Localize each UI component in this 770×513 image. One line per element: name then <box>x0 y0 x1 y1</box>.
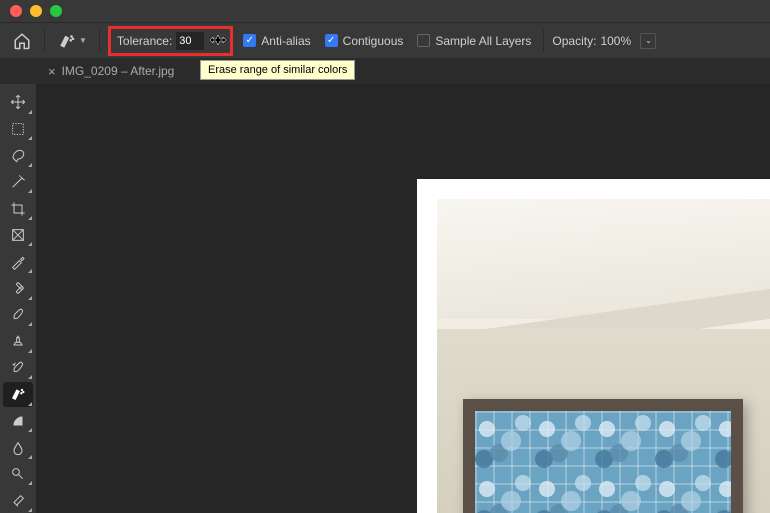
framed-picture <box>463 399 743 513</box>
magic-wand-tool[interactable] <box>3 170 33 195</box>
close-window-button[interactable] <box>10 5 22 17</box>
divider <box>44 30 45 52</box>
marquee-tool[interactable] <box>3 117 33 142</box>
anti-alias-checkbox[interactable]: ✓ <box>243 34 256 47</box>
home-button[interactable] <box>8 27 36 55</box>
document-tab-label[interactable]: IMG_0209 – After.jpg <box>62 64 175 78</box>
blur-tool[interactable] <box>3 435 33 460</box>
sample-all-layers-option[interactable]: Sample All Layers <box>413 34 535 48</box>
options-bar: ▼ Tolerance: ✓ Anti-alias ✓ Contiguous S… <box>0 22 770 58</box>
sample-all-layers-checkbox[interactable] <box>417 34 430 47</box>
document-canvas[interactable] <box>417 179 770 513</box>
clone-stamp-tool[interactable] <box>3 329 33 354</box>
contiguous-label: Contiguous <box>343 34 404 48</box>
tolerance-highlight: Tolerance: <box>108 26 233 56</box>
opacity-dropdown-button[interactable]: ⌄ <box>640 33 656 49</box>
anti-alias-label: Anti-alias <box>261 34 310 48</box>
gradient-tool[interactable] <box>3 409 33 434</box>
history-brush-tool[interactable] <box>3 356 33 381</box>
zoom-window-button[interactable] <box>50 5 62 17</box>
eyedropper-tool[interactable] <box>3 249 33 274</box>
anti-alias-option[interactable]: ✓ Anti-alias <box>239 34 314 48</box>
workspace <box>0 84 770 513</box>
eraser-tool[interactable] <box>3 382 33 407</box>
divider <box>99 30 100 52</box>
lasso-tool[interactable] <box>3 143 33 168</box>
opacity-label: Opacity: <box>552 34 596 48</box>
photo-content <box>437 199 770 513</box>
dodge-tool[interactable] <box>3 462 33 487</box>
crop-tool[interactable] <box>3 196 33 221</box>
opacity-option: Opacity: ⌄ <box>552 33 656 49</box>
current-tool-indicator[interactable]: ▼ <box>53 32 91 50</box>
window-titlebar <box>0 0 770 22</box>
canvas-area[interactable] <box>36 84 770 513</box>
tolerance-label: Tolerance: <box>117 34 172 48</box>
divider <box>543 30 544 52</box>
frame-tool[interactable] <box>3 223 33 248</box>
spot-healing-tool[interactable] <box>3 276 33 301</box>
tab-close-button[interactable]: × <box>48 64 56 79</box>
document-tab-bar: × IMG_0209 – After.jpg Erase range of si… <box>0 58 770 84</box>
brush-tool[interactable] <box>3 303 33 328</box>
minimize-window-button[interactable] <box>30 5 42 17</box>
sample-all-layers-label: Sample All Layers <box>435 34 531 48</box>
scrubby-cursor-icon <box>208 33 224 49</box>
tolerance-input[interactable] <box>176 32 204 50</box>
chevron-down-icon: ▼ <box>79 36 87 45</box>
tooltip: Erase range of similar colors <box>200 60 355 80</box>
contiguous-checkbox[interactable]: ✓ <box>325 34 338 47</box>
pen-tool[interactable] <box>3 488 33 513</box>
tool-panel <box>0 84 36 513</box>
contiguous-option[interactable]: ✓ Contiguous <box>321 34 408 48</box>
opacity-input[interactable] <box>600 34 636 48</box>
move-tool[interactable] <box>3 90 33 115</box>
